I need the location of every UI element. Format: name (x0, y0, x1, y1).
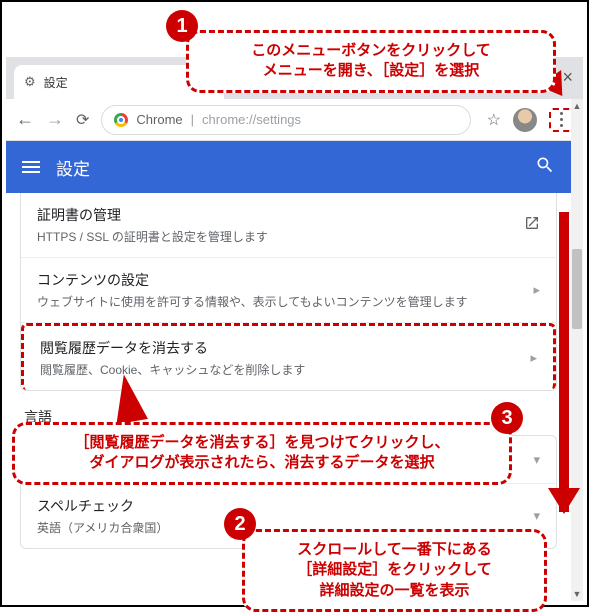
row-content-settings[interactable]: コンテンツの設定 ウェブサイトに使用を許可する情報や、表示してもよいコンテンツを… (21, 258, 556, 323)
address-bar[interactable]: Chrome | chrome://settings (101, 105, 470, 135)
external-link-icon (524, 215, 540, 236)
chrome-icon (114, 113, 128, 127)
chevron-down-icon: ▾ (533, 508, 540, 524)
privacy-card: 証明書の管理 HTTPS / SSL の証明書と設定を管理します コンテンツの設… (20, 193, 557, 391)
row-clear-browsing-data[interactable]: 閲覧履歴データを消去する 閲覧履歴、Cookie、キャッシュなどを削除します ▸ (21, 323, 556, 390)
search-icon[interactable] (535, 155, 555, 180)
row-title: 閲覧履歴データを消去する (40, 338, 530, 358)
reload-icon[interactable]: ⟳ (76, 110, 89, 130)
scroll-down-icon[interactable]: ▼ (571, 587, 583, 601)
browser-toolbar: ← → ⟳ Chrome | chrome://settings ☆ (6, 99, 583, 141)
scroll-up-icon[interactable]: ▲ (571, 99, 583, 113)
avatar[interactable] (513, 108, 537, 132)
forward-icon: → (46, 109, 64, 130)
settings-header: 設定 (6, 141, 571, 193)
chevron-right-icon: ▸ (533, 282, 540, 298)
scroll-down-arrow (559, 212, 569, 512)
badge-step-3: 3 (491, 402, 523, 434)
kebab-menu-icon[interactable] (549, 108, 573, 132)
address-site-label: Chrome (136, 112, 182, 127)
address-divider: | (191, 112, 194, 127)
badge-step-1: 1 (166, 10, 198, 42)
star-icon[interactable]: ☆ (487, 110, 501, 130)
gear-icon: ⚙ (24, 74, 36, 90)
badge-step-2: 2 (224, 508, 256, 540)
row-title: スペルチェック (37, 496, 533, 516)
callout-step-3: ［閲覧履歴データを消去する］を見つけてクリックし、ダイアログが表示されたら、消去… (12, 422, 512, 485)
page-title: 設定 (56, 155, 535, 180)
hamburger-icon[interactable] (22, 161, 40, 173)
scroll-thumb[interactable] (572, 249, 582, 329)
row-manage-certificates[interactable]: 証明書の管理 HTTPS / SSL の証明書と設定を管理します (21, 193, 556, 258)
row-subtitle: HTTPS / SSL の証明書と設定を管理します (37, 228, 524, 245)
chevron-down-icon: ▾ (533, 452, 540, 468)
row-title: コンテンツの設定 (37, 270, 533, 290)
chevron-right-icon: ▸ (530, 350, 537, 366)
back-icon[interactable]: ← (16, 109, 34, 130)
row-title: 証明書の管理 (37, 205, 524, 225)
tab-title: 設定 (44, 74, 68, 91)
callout-step-2: スクロールして一番下にある［詳細設定］をクリックして詳細設定の一覧を表示 (242, 529, 547, 612)
row-subtitle: ウェブサイトに使用を許可する情報や、表示してもよいコンテンツを管理します (37, 293, 533, 310)
address-url: chrome://settings (202, 112, 301, 127)
scrollbar[interactable]: ▲ ▼ (571, 99, 583, 601)
callout-step-1: このメニューボタンをクリックしてメニューを開き、［設定］を選択 (186, 30, 556, 93)
